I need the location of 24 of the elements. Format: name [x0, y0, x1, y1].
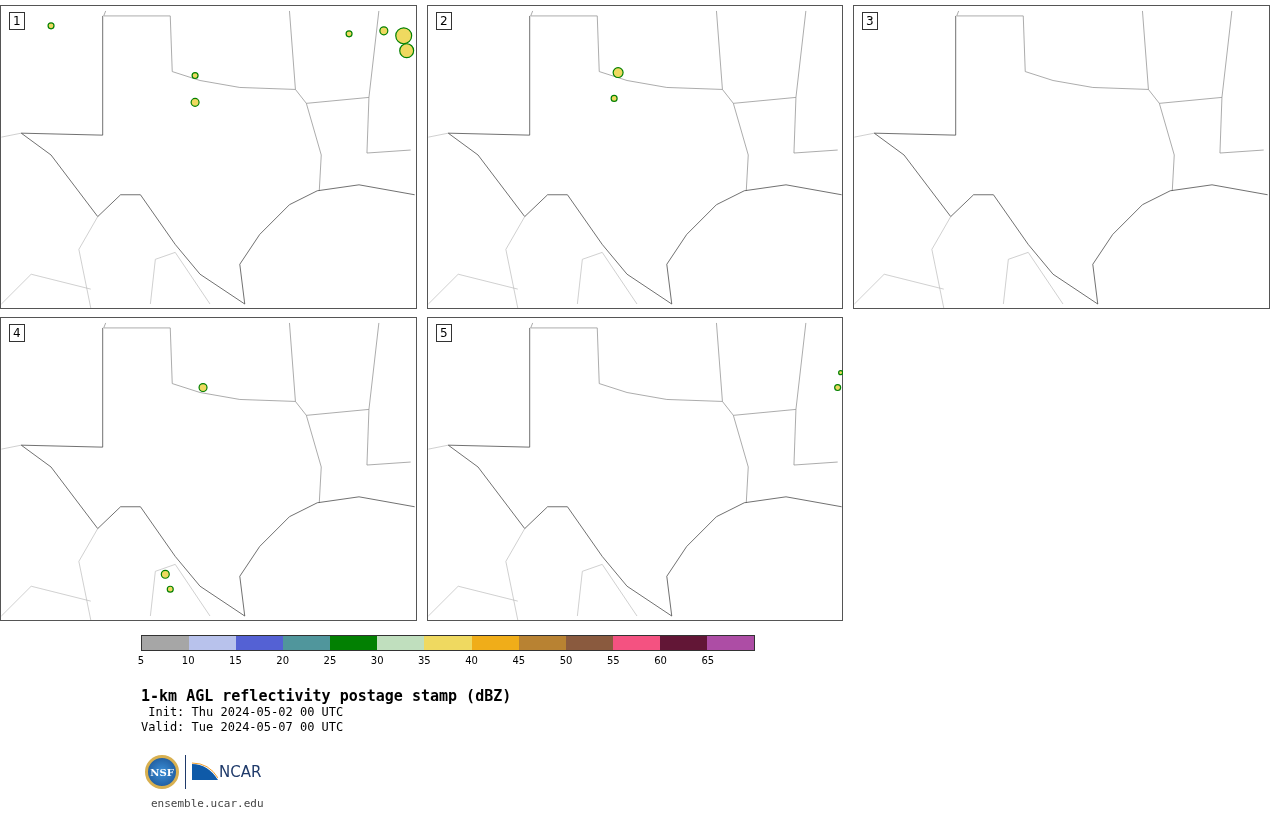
panel-number: 1 — [9, 12, 25, 30]
tick-label: 30 — [370, 655, 384, 666]
tick-label: 35 — [418, 655, 431, 666]
ncar-logo: NCAR — [192, 762, 262, 782]
panel-number: 4 — [9, 324, 25, 342]
panel-number: 3 — [862, 12, 878, 30]
tick-label: 65 — [701, 655, 715, 666]
valid-time: Valid: Tue 2024-05-07 00 UTC — [141, 720, 345, 735]
site-url: ensemble.ucar.edu — [151, 797, 265, 810]
panel-number: 5 — [436, 324, 452, 342]
tick-label: 5 — [137, 655, 145, 666]
init-time: Init: Thu 2024-05-02 00 UTC — [147, 705, 345, 720]
nsf-logo: NSF — [145, 755, 179, 789]
tick-label: 40 — [465, 655, 478, 666]
tick-label: 60 — [654, 655, 667, 666]
tick-label: 10 — [181, 655, 195, 666]
tick-label: 45 — [512, 655, 526, 666]
tick-label: 55 — [606, 655, 620, 666]
tick-label: 15 — [229, 655, 242, 666]
chart-title: 1-km AGL reflectivity postage stamp (dBZ) — [141, 687, 513, 705]
tick-label: 25 — [323, 655, 337, 666]
panel-number: 2 — [436, 12, 452, 30]
tick-label: 50 — [559, 655, 573, 666]
tick-label: 20 — [276, 655, 290, 666]
